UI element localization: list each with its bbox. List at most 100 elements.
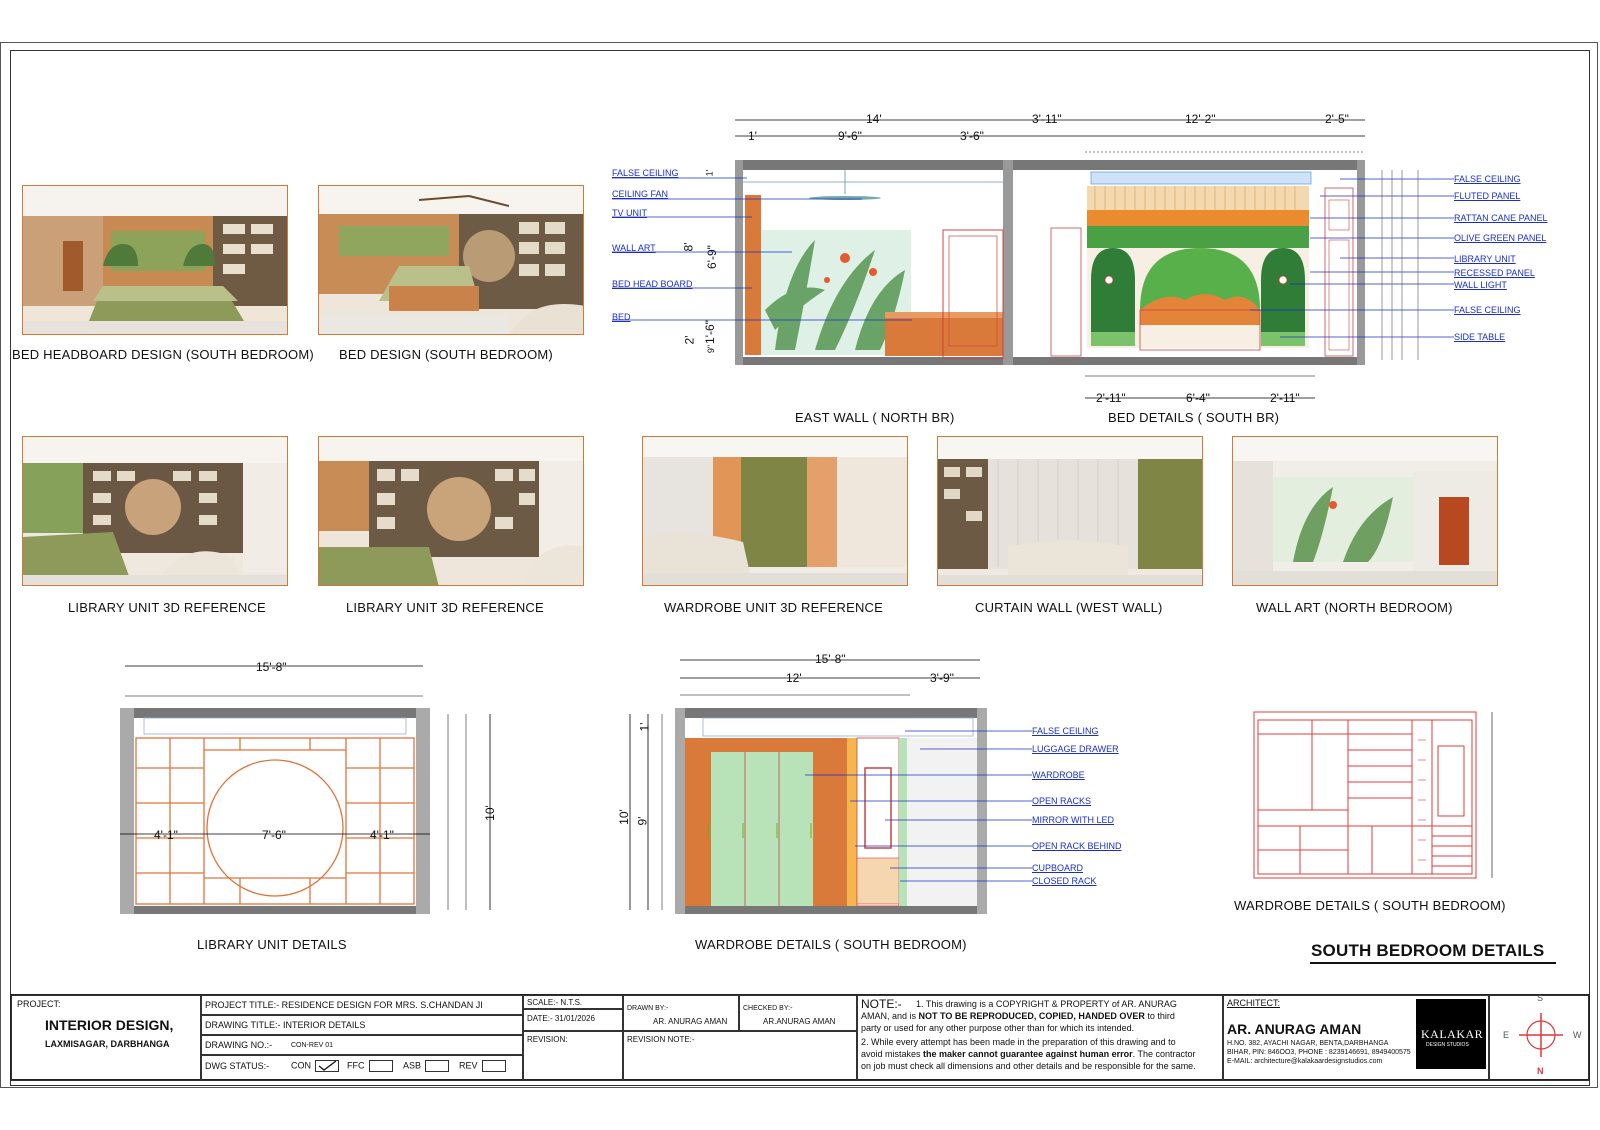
title-block: PROJECT: INTERIOR DESIGN, LAXMISAGAR, DA…: [10, 993, 1590, 1081]
compass-icon: [1519, 1013, 1563, 1057]
address-line-1: H.NO. 382, AYACHI NAGAR, BENTA,DARBHANGA: [1227, 1040, 1389, 1047]
kalakar-logo-text: KALAKAR: [1421, 1027, 1484, 1041]
wardrobe-dim-total: 15'-8": [815, 652, 846, 666]
render-bed-design: [318, 185, 584, 335]
render-library-ref-1: [22, 436, 288, 586]
label-mirror-with-led: MIRROR WITH LED: [1032, 815, 1114, 825]
render-bed-headboard: [22, 185, 288, 335]
date: DATE:- 31/01/2026: [527, 1014, 595, 1023]
caption-bed-headboard: BED HEADBOARD DESIGN (SOUTH BEDROOM): [12, 347, 314, 362]
library-unit-elevation: [120, 708, 430, 914]
east-wall-leader-lines: [612, 177, 912, 321]
status-ffc-checkbox: [368, 1060, 393, 1072]
label-rattan-cane-panel: RATTAN CANE PANEL: [1454, 213, 1548, 223]
kalakar-logo: KALAKAR DESIGN STUDIOS: [1416, 999, 1486, 1069]
note-line-2: AMAN, and is NOT TO BE REPRODUCED, COPIE…: [861, 1011, 1175, 1021]
bed-dim-lines: [1085, 375, 1315, 399]
library-vdim-lines: [447, 714, 491, 910]
note-line-6: on job must check all dimensions and oth…: [861, 1061, 1196, 1071]
caption-library-ref-1: LIBRARY UNIT 3D REFERENCE: [68, 600, 266, 615]
sheet-title: SOUTH BEDROOM DETAILS: [1311, 941, 1545, 960]
label-recessed-panel: RECESSED PANEL: [1454, 268, 1535, 278]
checked-by: AR.ANURAG AMAN: [763, 1017, 836, 1026]
bed-details-leader-lines: [1250, 170, 1454, 360]
wardrobe-vdim-lines: [629, 714, 663, 910]
label-cupboard: CUPBOARD: [1032, 863, 1084, 873]
status-asb: ASB: [403, 1060, 450, 1072]
project-title: PROJECT TITLE:- RESIDENCE DESIGN FOR MRS…: [205, 1000, 483, 1010]
label-bd-false-ceiling-2: FALSE CEILING: [1454, 305, 1521, 315]
wardrobe-dim-3-9: 3'-9": [930, 671, 954, 685]
caption-wardrobe-details-1: WARDROBE DETAILS ( SOUTH BEDROOM): [695, 937, 967, 952]
label-fluted-panel: FLUTED PANEL: [1454, 191, 1521, 201]
label-side-table: SIDE TABLE: [1454, 332, 1506, 342]
address-line-2: BIHAR, PIN: 846OO3, PHONE : 8239146691, …: [1227, 1049, 1411, 1056]
caption-library-details: LIBRARY UNIT DETAILS: [197, 937, 347, 952]
compass-w: W: [1573, 1030, 1582, 1040]
library-dim-4-1-right: 4'-1": [370, 828, 394, 842]
status-rev-checkbox: [481, 1060, 506, 1072]
revision: REVISION:: [527, 1035, 568, 1044]
sheet-title-underline: [1310, 962, 1556, 964]
east-wall-dim-3-6: 3'-6": [960, 129, 984, 143]
kalakar-logo-sub: DESIGN STUDIOS: [1426, 1042, 1469, 1048]
drawing-title: DRAWING TITLE:- INTERIOR DETAILS: [205, 1020, 366, 1030]
label-olive-green-panel: OLIVE GREEN PANEL: [1454, 233, 1547, 243]
caption-wardrobe-ref: WARDROBE UNIT 3D REFERENCE: [664, 600, 884, 615]
caption-east-wall: EAST WALL ( NORTH BR): [795, 410, 955, 425]
drawing-no: CON-REV 01: [291, 1042, 334, 1049]
revision-note: REVISION NOTE:-: [627, 1035, 695, 1044]
east-wall-dim-9-6: 9'-6": [838, 129, 862, 143]
status-con-checkbox: [315, 1060, 339, 1072]
wardrobe-dim-12: 12': [786, 671, 802, 685]
note-line-3: party or used for any other purpose othe…: [861, 1023, 1135, 1033]
caption-bed-details: BED DETAILS ( SOUTH BR): [1108, 410, 1280, 425]
east-wall-dim-12-2: 12'-2": [1185, 112, 1216, 126]
note-line-4: 2. While every attempt has been made in …: [861, 1037, 1176, 1047]
east-wall-dim-14: 14': [866, 112, 882, 126]
render-curtain-wall: [937, 436, 1203, 586]
project-name: INTERIOR DESIGN,: [45, 1017, 174, 1033]
wardrobe-plan-right: [1253, 711, 1477, 879]
library-dim-7-6: 7'-6": [262, 828, 286, 842]
project-location: LAXMISAGAR, DARBHANGA: [45, 1039, 170, 1049]
architect-label: ARCHITECT:: [1227, 998, 1281, 1008]
label-bd-false-ceiling: FALSE CEILING: [1454, 174, 1521, 184]
caption-wall-art: WALL ART (NORTH BEDROOM): [1256, 600, 1453, 615]
library-dim-4-1-left: 4'-1": [154, 828, 178, 842]
wardrobe-plan-dim-lines: [1491, 712, 1493, 878]
drawn-by-label: DRAWN BY:-: [627, 1005, 669, 1012]
drawn-by: AR. ANURAG AMAN: [653, 1017, 728, 1026]
label-open-rack-behind: OPEN RACK BEHIND: [1032, 841, 1122, 851]
checked-by-label: CHECKED BY:-: [743, 1005, 793, 1012]
status-asb-checkbox: [425, 1060, 450, 1072]
render-library-ref-2: [318, 436, 584, 586]
status-rev: REV: [459, 1060, 506, 1072]
label-closed-rack: CLOSED RACK: [1032, 876, 1097, 886]
label-wardrobe: WARDROBE: [1032, 770, 1085, 780]
label-w-false-ceiling: FALSE CEILING: [1032, 726, 1099, 736]
east-wall-dim-3-11: 3'-11": [1032, 112, 1062, 126]
wardrobe-leader-lines: [805, 730, 1032, 882]
scale: SCALE:- N.T.S.: [527, 998, 583, 1007]
note-line-5: avoid mistakes the maker cannot guarante…: [861, 1049, 1196, 1059]
note-label: NOTE:-: [861, 997, 902, 1011]
label-wall-light: WALL LIGHT: [1454, 280, 1507, 290]
note-line-1: 1. This drawing is a COPYRIGHT & PROPERT…: [916, 999, 1177, 1009]
caption-wardrobe-details-2: WARDROBE DETAILS ( SOUTH BEDROOM): [1234, 898, 1506, 913]
caption-library-ref-2: LIBRARY UNIT 3D REFERENCE: [346, 600, 544, 615]
compass-s: S: [1537, 993, 1544, 1003]
render-wardrobe-ref: [642, 436, 908, 586]
caption-curtain-wall: CURTAIN WALL (WEST WALL): [975, 600, 1163, 615]
label-luggage-drawer: LUGGAGE DRAWER: [1032, 744, 1119, 754]
label-library-unit: LIBRARY UNIT: [1454, 254, 1516, 264]
email: E-MAIL: architecture@kalakaardesignstudi…: [1227, 1058, 1383, 1065]
east-wall-dim-2-5: 2'-5": [1325, 112, 1349, 126]
drawing-no-label: DRAWING NO.:-: [205, 1040, 273, 1050]
compass-n: N: [1537, 1066, 1544, 1076]
dwg-status-label: DWG STATUS:-: [205, 1061, 270, 1071]
east-wall-vdim-9: 9": [706, 344, 717, 354]
status-ffc: FFC: [347, 1060, 393, 1072]
label-open-racks: OPEN RACKS: [1032, 796, 1092, 806]
compass-e: E: [1503, 1030, 1510, 1040]
